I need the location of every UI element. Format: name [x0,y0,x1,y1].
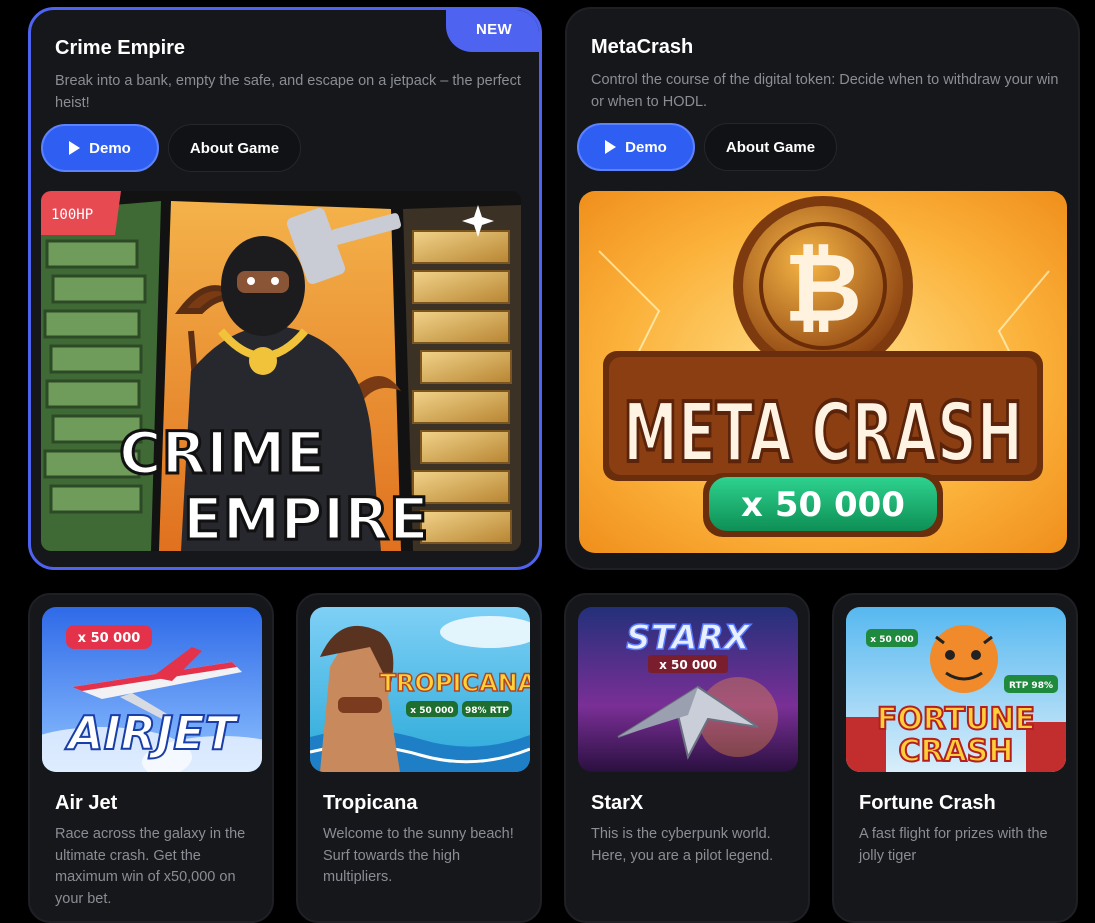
demo-button-label: Demo [89,139,131,157]
game-thumbnail[interactable]: STARX x 50 000 [578,607,798,772]
demo-button-label: Demo [625,138,667,156]
game-card-air-jet[interactable]: x 50 000 AIRJET Air Jet Race across the … [28,593,274,923]
game-title: Fortune Crash [859,792,996,814]
game-title: MetaCrash [591,36,694,58]
game-card-metacrash[interactable]: MetaCrash Control the course of the digi… [565,7,1080,570]
thumb-logo: STARX [626,618,752,658]
game-title: Tropicana [323,792,418,814]
game-description: Break into a bank, empty the safe, and e… [55,73,521,111]
game-card-tropicana[interactable]: TROPICANA x 50 000 98% RTP Tropicana Wel… [296,593,542,923]
about-game-button[interactable]: About Game [168,124,301,172]
game-title: StarX [591,792,644,814]
game-description: This is the cyberpunk world. Here, you a… [591,826,774,864]
thumb-multiplier: x 50 000 [659,658,717,672]
play-icon [605,140,617,154]
game-card-starx[interactable]: STARX x 50 000 StarX This is the cyberpu… [564,593,810,923]
game-description: Control the course of the digital token:… [591,72,1059,110]
game-artwork[interactable]: ₿ META CRASH x 50 000 [579,191,1067,553]
game-description: Welcome to the sunny beach! Surf towards… [323,826,514,885]
game-description: A fast flight for prizes with the jolly … [859,826,1048,864]
play-icon [69,141,81,155]
game-artwork[interactable]: CRIME EMPIRE 100HP [41,191,521,551]
about-game-button[interactable]: About Game [704,123,837,171]
thumb-multiplier: x 50 000 [870,635,913,645]
game-title: Crime Empire [55,37,186,59]
about-game-label: About Game [189,139,280,157]
thumb-logo: TROPICANA [380,669,530,697]
artwork-logo-line2: EMPIRE [183,485,429,551]
game-thumbnail[interactable]: x 50 000 AIRJET [42,607,262,772]
artwork-logo: META CRASH [623,386,1023,481]
thumb-logo-line1: FORTUNE [877,702,1035,737]
thumb-rtp: 98% RTP [465,706,509,716]
new-badge: NEW [446,10,539,52]
game-thumbnail[interactable]: TROPICANA x 50 000 98% RTP [310,607,530,772]
about-game-label: About Game [725,138,816,156]
game-card-crime-empire[interactable]: NEW Crime Empire Break into a bank, empt… [28,7,542,570]
thumb-logo-line2: CRASH [898,734,1013,769]
thumb-rtp: RTP 98% [1009,681,1053,691]
artwork-multiplier: x 50 000 [741,485,905,525]
game-description: Race across the galaxy in the ultimate c… [55,826,246,907]
hp-badge: 100HP [51,207,93,223]
thumb-multiplier: x 50 000 [410,706,453,716]
artwork-logo-line1: CRIME [119,419,325,487]
thumb-logo: AIRJET [65,706,240,760]
game-title: Air Jet [55,792,118,814]
thumb-multiplier: x 50 000 [78,631,141,646]
demo-button[interactable]: Demo [577,123,695,171]
bitcoin-icon: ₿ [784,232,862,344]
game-thumbnail[interactable]: x 50 000 RTP 98% FORTUNE CRASH [846,607,1066,772]
game-card-fortune-crash[interactable]: x 50 000 RTP 98% FORTUNE CRASH Fortune C… [832,593,1078,923]
demo-button[interactable]: Demo [41,124,159,172]
